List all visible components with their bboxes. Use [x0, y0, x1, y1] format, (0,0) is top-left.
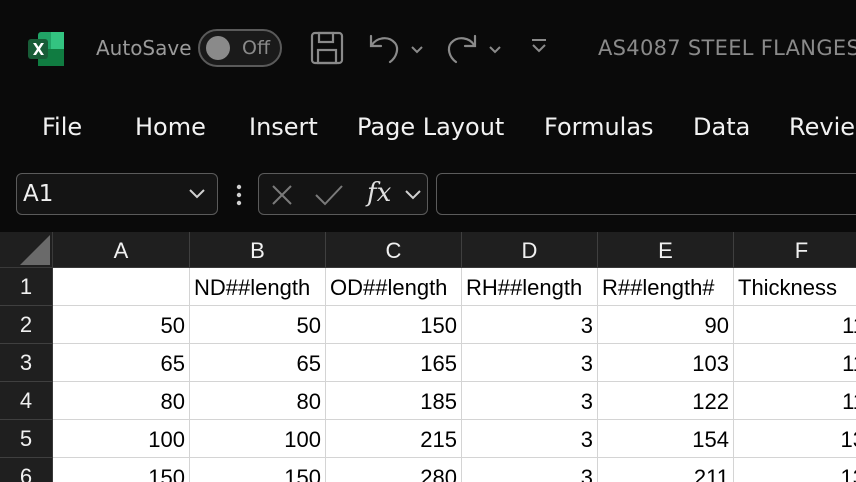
cell-a3[interactable]: 65: [53, 344, 190, 382]
cell-c6[interactable]: 280: [326, 458, 462, 482]
row-header-2[interactable]: 2: [0, 306, 53, 344]
enter-icon[interactable]: [313, 182, 345, 208]
cell-f3[interactable]: 11: [734, 344, 856, 382]
document-title: AS4087 STEEL FLANGES: [598, 36, 856, 60]
row-header-4[interactable]: 4: [0, 382, 53, 420]
row-header-6[interactable]: 6: [0, 458, 53, 482]
formula-input[interactable]: [436, 173, 856, 215]
tab-home[interactable]: Home: [135, 113, 206, 141]
toggle-knob: [206, 36, 230, 60]
select-all-button[interactable]: [0, 232, 53, 268]
cell-f4[interactable]: 11: [734, 382, 856, 420]
tab-insert[interactable]: Insert: [249, 113, 318, 141]
cell-a2[interactable]: 50: [53, 306, 190, 344]
tab-data[interactable]: Data: [693, 113, 750, 141]
customize-quick-access-icon[interactable]: [530, 38, 548, 58]
cell-b5[interactable]: 100: [190, 420, 326, 458]
tab-review[interactable]: Review: [789, 113, 856, 141]
cell-d1[interactable]: RH##length: [462, 268, 598, 306]
name-box-value: A1: [23, 181, 54, 207]
row-header-5[interactable]: 5: [0, 420, 53, 458]
column-header-c[interactable]: C: [326, 232, 462, 268]
cell-f1[interactable]: Thickness: [734, 268, 856, 306]
cell-d6[interactable]: 3: [462, 458, 598, 482]
cell-e1[interactable]: R##length#: [598, 268, 734, 306]
cell-a6[interactable]: 150: [53, 458, 190, 482]
spreadsheet-grid: A B C D E F 1 ND##length OD##length RH##length R##…: [0, 232, 856, 482]
ribbon-tabs: File Home Insert Page Layout Formulas Da…: [0, 98, 856, 160]
formula-controls: fx: [258, 173, 428, 215]
cell-b2[interactable]: 50: [190, 306, 326, 344]
name-box[interactable]: A1: [16, 173, 218, 215]
cell-b1[interactable]: ND##length: [190, 268, 326, 306]
undo-dropdown-icon[interactable]: [410, 40, 424, 59]
more-options-icon[interactable]: [236, 184, 242, 206]
cell-e5[interactable]: 154: [598, 420, 734, 458]
cell-a5[interactable]: 100: [53, 420, 190, 458]
title-bar: AutoSave Off AS4087 STEEL FLANGES: [0, 0, 856, 98]
cell-e6[interactable]: 211: [598, 458, 734, 482]
tab-formulas[interactable]: Formulas: [544, 113, 654, 141]
cell-d3[interactable]: 3: [462, 344, 598, 382]
undo-icon[interactable]: [366, 30, 402, 70]
cell-e3[interactable]: 103: [598, 344, 734, 382]
tab-page-layout[interactable]: Page Layout: [357, 113, 504, 141]
insert-function-icon[interactable]: fx: [367, 178, 391, 208]
row-header-3[interactable]: 3: [0, 344, 53, 382]
fx-dropdown-icon[interactable]: [403, 188, 423, 202]
cell-f6[interactable]: 13: [734, 458, 856, 482]
cell-e2[interactable]: 90: [598, 306, 734, 344]
autosave-toggle[interactable]: Off: [198, 29, 282, 67]
cancel-icon[interactable]: [269, 182, 295, 208]
cell-c2[interactable]: 150: [326, 306, 462, 344]
cell-f2[interactable]: 11: [734, 306, 856, 344]
cell-f5[interactable]: 13: [734, 420, 856, 458]
excel-logo-icon: [28, 32, 64, 66]
save-icon[interactable]: [309, 30, 345, 70]
row-header-1[interactable]: 1: [0, 268, 53, 306]
name-box-dropdown-icon[interactable]: [187, 187, 207, 201]
column-header-d[interactable]: D: [462, 232, 598, 268]
column-header-e[interactable]: E: [598, 232, 734, 268]
cell-c5[interactable]: 215: [326, 420, 462, 458]
formula-bar: A1 fx: [0, 160, 856, 232]
redo-dropdown-icon[interactable]: [488, 40, 502, 59]
cell-d5[interactable]: 3: [462, 420, 598, 458]
cell-b4[interactable]: 80: [190, 382, 326, 420]
cell-d2[interactable]: 3: [462, 306, 598, 344]
autosave-state: Off: [242, 37, 271, 59]
tab-file[interactable]: File: [42, 113, 82, 141]
cell-b3[interactable]: 65: [190, 344, 326, 382]
cell-d4[interactable]: 3: [462, 382, 598, 420]
redo-icon[interactable]: [444, 30, 480, 70]
cell-c4[interactable]: 185: [326, 382, 462, 420]
cell-a4[interactable]: 80: [53, 382, 190, 420]
column-header-f[interactable]: F: [734, 232, 856, 268]
cell-b6[interactable]: 150: [190, 458, 326, 482]
cell-a1[interactable]: [53, 268, 190, 306]
cell-c3[interactable]: 165: [326, 344, 462, 382]
cell-e4[interactable]: 122: [598, 382, 734, 420]
column-header-b[interactable]: B: [190, 232, 326, 268]
cell-c1[interactable]: OD##length: [326, 268, 462, 306]
autosave-label: AutoSave: [96, 36, 192, 60]
column-header-a[interactable]: A: [53, 232, 190, 268]
